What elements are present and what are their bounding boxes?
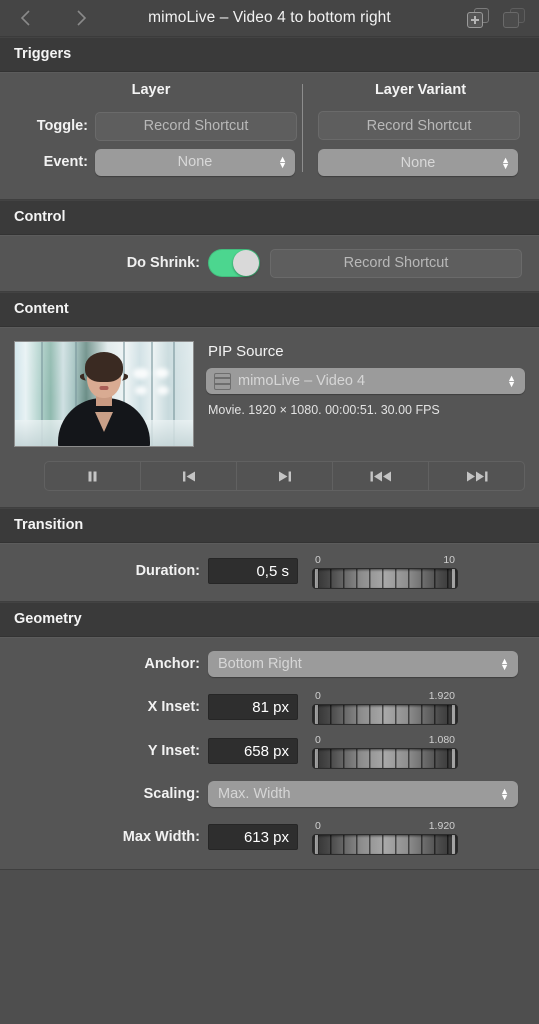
layer-event-popup[interactable]: None ▲ ▼: [95, 148, 295, 176]
duration-row: Duration: 0,5 s 0 10: [0, 549, 539, 593]
scaling-popup[interactable]: Max. Width ▲ ▼: [208, 781, 518, 807]
toggle-label: Toggle:: [36, 118, 88, 134]
scaling-row: Scaling: Max. Width ▲ ▼: [0, 773, 539, 815]
chevron-updown-icon: ▲ ▼: [500, 786, 509, 802]
duration-input[interactable]: 0,5 s: [208, 558, 298, 584]
variant-toggle-record-shortcut-button[interactable]: Record Shortcut: [318, 111, 520, 140]
duration-slider-max: 10: [443, 553, 455, 566]
section-header-triggers: Triggers: [0, 37, 539, 72]
duration-label: Duration:: [135, 563, 200, 579]
forward-button[interactable]: [64, 3, 98, 33]
variant-event-popup[interactable]: None ▲ ▼: [318, 149, 518, 176]
chevron-updown-icon: ▲ ▼: [507, 373, 516, 389]
titlebar-actions: [467, 8, 539, 28]
section-header-content: Content: [0, 292, 539, 327]
pip-source-title: PIP Source: [208, 343, 284, 360]
transition-section: Duration: 0,5 s 0 10: [0, 543, 539, 602]
section-header-transition: Transition: [0, 508, 539, 543]
video-preview-thumbnail[interactable]: [14, 341, 194, 447]
pip-source-value: mimoLive – Video 4: [238, 373, 366, 389]
layer-toggle-record-shortcut-button[interactable]: Record Shortcut: [95, 111, 297, 141]
x-inset-input[interactable]: 81 px: [208, 694, 298, 720]
geometry-section: Anchor: Bottom Right ▲ ▼ X Inset: 81 px 0…: [0, 637, 539, 870]
y-inset-slider-max: 1.080: [428, 733, 455, 746]
content-section: PIP Source mimoLive – Video 4 ▲ ▼ Movie. …: [0, 327, 539, 508]
pause-button[interactable]: [45, 462, 141, 490]
scaling-label: Scaling:: [143, 786, 200, 802]
fast-forward-button[interactable]: [429, 462, 524, 490]
max-width-slider-wheel[interactable]: [312, 833, 458, 855]
anchor-label: Anchor:: [144, 656, 200, 672]
rewind-icon: [370, 471, 391, 481]
chevron-updown-icon: ▲ ▼: [501, 154, 510, 171]
control-section: Do Shrink: Record Shortcut: [0, 235, 539, 292]
pause-icon: [88, 471, 97, 481]
layer-event-value: None: [177, 154, 213, 170]
rewind-button[interactable]: [333, 462, 429, 490]
section-header-control: Control: [0, 200, 539, 235]
y-inset-slider[interactable]: 0 1.080: [312, 734, 458, 769]
max-width-row: Max Width: 613 px 0 1.920: [0, 815, 539, 859]
fast-forward-icon: [466, 471, 487, 481]
back-button[interactable]: [8, 3, 42, 33]
do-shrink-toggle[interactable]: [208, 249, 260, 277]
step-backward-button[interactable]: [141, 462, 237, 490]
anchor-value: Bottom Right: [218, 656, 302, 672]
max-width-input[interactable]: 613 px: [208, 824, 298, 850]
do-shrink-label: Do Shrink:: [126, 255, 200, 271]
anchor-row: Anchor: Bottom Right ▲ ▼: [0, 643, 539, 685]
duration-slider[interactable]: 0 10: [312, 554, 458, 589]
toggle-knob: [233, 250, 259, 276]
event-label: Event:: [43, 154, 88, 170]
duration-slider-min: 0: [315, 553, 321, 566]
x-inset-slider-max: 1.920: [428, 689, 455, 702]
x-inset-row: X Inset: 81 px 0 1.920: [0, 685, 539, 729]
step-backward-icon: [182, 471, 195, 481]
panel-filler: [0, 870, 539, 1024]
layer-inspector-panel: mimoLive – Video 4 to bottom right Trigg…: [0, 0, 539, 1024]
y-inset-slider-min: 0: [315, 733, 321, 746]
section-header-geometry: Geometry: [0, 602, 539, 637]
x-inset-slider-min: 0: [315, 689, 321, 702]
pip-source-popup[interactable]: mimoLive – Video 4 ▲ ▼: [206, 368, 525, 394]
anchor-popup[interactable]: Bottom Right ▲ ▼: [208, 651, 518, 677]
x-inset-label: X Inset:: [147, 699, 200, 715]
step-forward-icon: [278, 471, 291, 481]
y-inset-row: Y Inset: 658 px 0 1.080: [0, 729, 539, 773]
variant-event-value: None: [400, 154, 436, 171]
y-inset-slider-wheel[interactable]: [312, 747, 458, 769]
film-strip-icon: [214, 372, 231, 390]
max-width-slider-max: 1.920: [428, 819, 455, 832]
chevron-updown-icon: ▲ ▼: [500, 656, 509, 672]
y-inset-input[interactable]: 658 px: [208, 738, 298, 764]
step-forward-button[interactable]: [237, 462, 333, 490]
transport-controls: [44, 461, 525, 491]
titlebar: mimoLive – Video 4 to bottom right: [0, 0, 539, 37]
duration-slider-wheel[interactable]: [312, 567, 458, 589]
triggers-variant-column-title: Layer Variant: [374, 82, 467, 98]
max-width-slider[interactable]: 0 1.920: [312, 820, 458, 855]
triggers-section: Layer Toggle: Record Shortcut Event: Non…: [0, 72, 539, 200]
triggers-layer-column-title: Layer: [131, 82, 171, 98]
remove-variant-icon[interactable]: [503, 8, 525, 28]
scaling-value: Max. Width: [218, 786, 291, 802]
x-inset-slider-wheel[interactable]: [312, 703, 458, 725]
max-width-slider-min: 0: [315, 819, 321, 832]
do-shrink-record-shortcut-button[interactable]: Record Shortcut: [270, 248, 522, 278]
chevron-right-icon: [76, 10, 86, 26]
y-inset-label: Y Inset:: [147, 743, 200, 759]
max-width-label: Max Width:: [122, 829, 200, 845]
chevron-left-icon: [20, 10, 30, 26]
x-inset-slider[interactable]: 0 1.920: [312, 690, 458, 725]
media-info-text: Movie. 1920 × 1080. 00:00:51. 30.00 FPS: [208, 403, 440, 417]
triggers-divider: [302, 84, 303, 172]
add-variant-icon[interactable]: [467, 8, 489, 28]
chevron-updown-icon: ▲ ▼: [278, 154, 287, 170]
